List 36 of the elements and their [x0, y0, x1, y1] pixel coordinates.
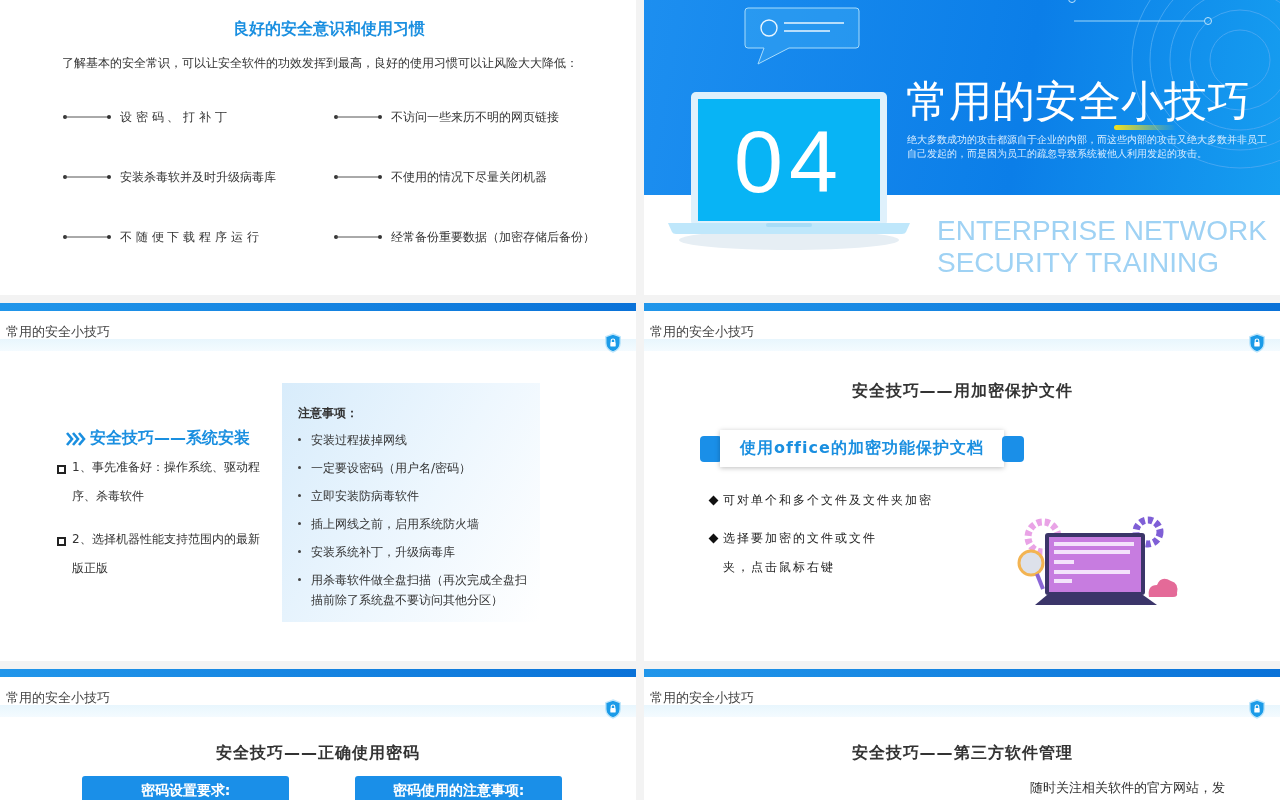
point-text: 随时关注相关软件的官方网站，发 [1030, 779, 1225, 797]
intro-text: 了解基本的安全常识，可以让安全软件的功效发挥到最高，良好的使用习惯可以让风险大大降低： [62, 55, 579, 72]
point-text: 选择要加密的文件或文件夹，点击鼠标右键 [723, 530, 878, 576]
slide-heading: 安全技巧——第三方软件管理 [851, 743, 1073, 764]
step-text: 2、选择机器性能支持范围内的最新版正版 [72, 531, 261, 577]
section-title: 常用的安全小技巧 [906, 78, 1250, 124]
slide-header-title: 常用的安全小技巧 [650, 690, 754, 705]
note-text: 安装系统补丁，升级病毒库 [311, 544, 455, 561]
slide-header-title: 常用的安全小技巧 [6, 690, 110, 705]
section-description: 绝大多数成功的攻击都源自于企业的内部，而这些内部的攻击又绝大多数并非员工自己发起的，而是因为员工的疏忽导致系统被他人利用发起的攻击。 [907, 133, 1268, 161]
note-text: 一定要设密码（用户名/密码） [311, 460, 472, 477]
habit-text: 不使用的情况下尽量关闭机器 [391, 169, 547, 186]
english-subtitle: SECURITY TRAINING [937, 247, 1221, 279]
slide-header-title: 常用的安全小技巧 [6, 324, 110, 339]
point-text: 可对单个和多个文件及文件夹加密 [723, 492, 933, 509]
notes-title: 注意事项： [298, 405, 359, 422]
slide-title: 良好的安全意识和使用习惯 [233, 19, 425, 40]
note-text: 插上网线之前，启用系统防火墙 [311, 516, 479, 533]
note-text: 安装过程拔掉网线 [311, 432, 407, 449]
section-button[interactable]: 密码使用的注意事项: [355, 776, 562, 800]
habit-text: 不访问一些来历不明的网页链接 [391, 109, 559, 126]
section-button[interactable]: 密码设置要求: [82, 776, 289, 800]
habit-text: 不 随 便 下 载 程 序 运 行 [120, 229, 259, 246]
note-text: 用杀毒软件做全盘扫描（再次完成全盘扫描前除了系统盘不要访问其他分区） [311, 572, 528, 609]
note-text: 立即安装防病毒软件 [311, 488, 419, 505]
section-number: 04 [733, 112, 845, 212]
slide-header-title: 常用的安全小技巧 [650, 324, 754, 339]
habit-text: 经常备份重要数据（加密存储后备份） [391, 229, 595, 246]
english-subtitle: ENTERPRISE NETWORK [937, 215, 1267, 247]
slide-heading: 安全技巧——正确使用密码 [216, 743, 420, 764]
banner-label: 使用office的加密功能保护文档 [720, 430, 1004, 467]
habit-text: 安装杀毒软并及时升级病毒库 [120, 169, 276, 186]
step-text: 1、事先准备好：操作系统、驱动程序、杀毒软件 [72, 459, 261, 505]
section-heading: 安全技巧——系统安装 [90, 428, 250, 449]
habit-text: 设 密 码 、 打 补 丁 [120, 109, 227, 126]
slide-heading: 安全技巧——用加密保护文件 [851, 381, 1073, 402]
